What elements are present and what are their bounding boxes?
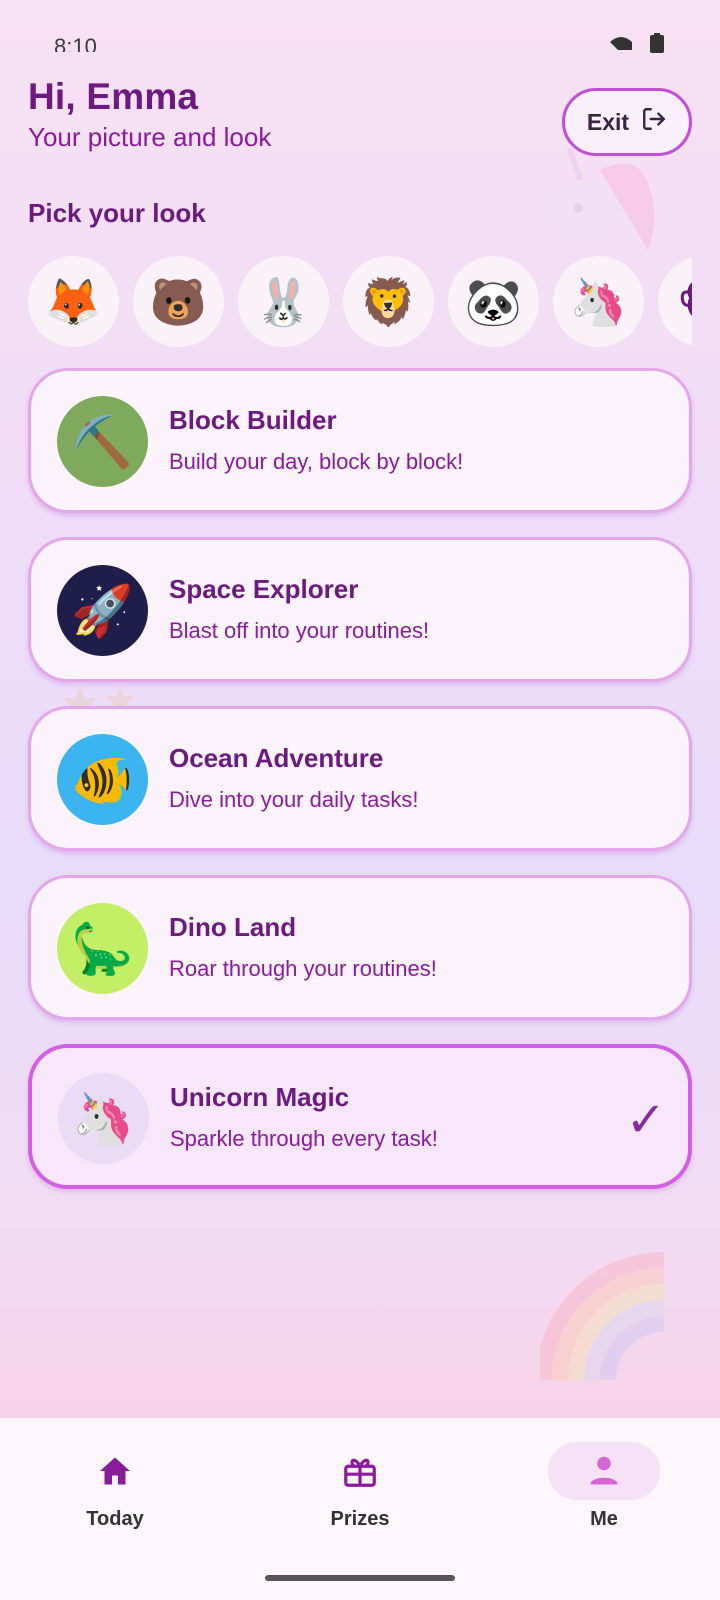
rabbit-icon: 🐰 [254,275,313,328]
theme-title: Space Explorer [169,574,359,604]
monkey-icon: 🐵 [677,279,692,325]
theme-card-dino-land[interactable]: 🦕 Dino Land Roar through your routines! [28,875,692,1020]
fish-icon: 🐠 [57,734,148,825]
theme-subtitle: Sparkle through every task! [170,1126,438,1151]
unicorn-icon: 🦄 [58,1073,149,1164]
fox-icon: 🦊 [44,275,103,328]
exit-button[interactable]: Exit [562,88,692,156]
theme-card-unicorn-magic[interactable]: 🦄 Unicorn Magic Sparkle through every ta… [28,1044,692,1189]
person-icon [548,1442,660,1500]
pick-look-label: Pick your look [28,198,206,228]
gift-icon [304,1442,416,1500]
logout-icon [641,106,667,138]
avatar-lion[interactable]: 🦁 [343,256,434,347]
theme-subtitle: Roar through your routines! [169,956,437,981]
dinosaur-icon: 🦕 [57,903,148,994]
pickaxe-icon: ⛏️ [57,396,148,487]
avatar-rabbit[interactable]: 🐰 [238,256,329,347]
nav-label: Today [86,1508,144,1530]
theme-subtitle: Build your day, block by block! [169,449,464,474]
theme-title: Block Builder [169,405,337,435]
unicorn-icon: 🦄 [569,275,628,328]
avatar-unicorn[interactable]: 🦄 [553,256,644,347]
home-icon [59,1442,171,1500]
status-time: 8:10 [54,34,97,52]
theme-title: Dino Land [169,912,297,942]
home-indicator[interactable] [265,1575,455,1581]
avatar-panda[interactable]: 🐼 [448,256,539,347]
exit-label: Exit [586,108,630,135]
avatar-picker[interactable]: 🦊 🐻 🐰 🦁 🐼 🦄 🐵 [28,256,692,348]
check-icon: ✓ [625,1094,666,1147]
bear-icon: 🐻 [149,275,208,328]
nav-item-today[interactable]: Today [45,1442,185,1531]
avatar-bear[interactable]: 🐻 [133,256,224,347]
rocket-icon: 🚀 [57,565,148,656]
status-bar: 8:10 [0,0,720,70]
theme-card-space-explorer[interactable]: 🚀 Space Explorer Blast off into your rou… [28,537,692,682]
nav-item-prizes[interactable]: Prizes [290,1442,430,1531]
signal-icon [608,34,634,52]
rainbow-decoration [536,1235,670,1385]
greeting-title: Hi, Emma [28,76,199,117]
theme-card-ocean-adventure[interactable]: 🐠 Ocean Adventure Dive into your daily t… [28,706,692,851]
theme-title: Ocean Adventure [169,743,384,773]
theme-list: ⛏️ Block Builder Build your day, block b… [28,368,692,1213]
theme-subtitle: Blast off into your routines! [169,618,430,643]
status-icons [608,33,664,53]
nav-label: Me [590,1508,618,1530]
greeting-block: Hi, Emma Your picture and look [28,76,271,153]
lion-icon: 🦁 [359,275,418,328]
theme-title: Unicorn Magic [170,1082,350,1112]
avatar-monkey[interactable]: 🐵 [658,256,692,347]
nav-item-me[interactable]: Me [534,1442,674,1531]
battery-icon [650,33,664,53]
theme-card-block-builder[interactable]: ⛏️ Block Builder Build your day, block b… [28,368,692,513]
nav-label: Prizes [330,1508,390,1530]
theme-subtitle: Dive into your daily tasks! [169,787,419,812]
panda-icon: 🐼 [464,275,523,328]
greeting-subtitle: Your picture and look [28,122,272,152]
avatar-fox[interactable]: 🦊 [28,256,119,347]
bottom-navigation: Today Prizes Me [0,1418,720,1600]
